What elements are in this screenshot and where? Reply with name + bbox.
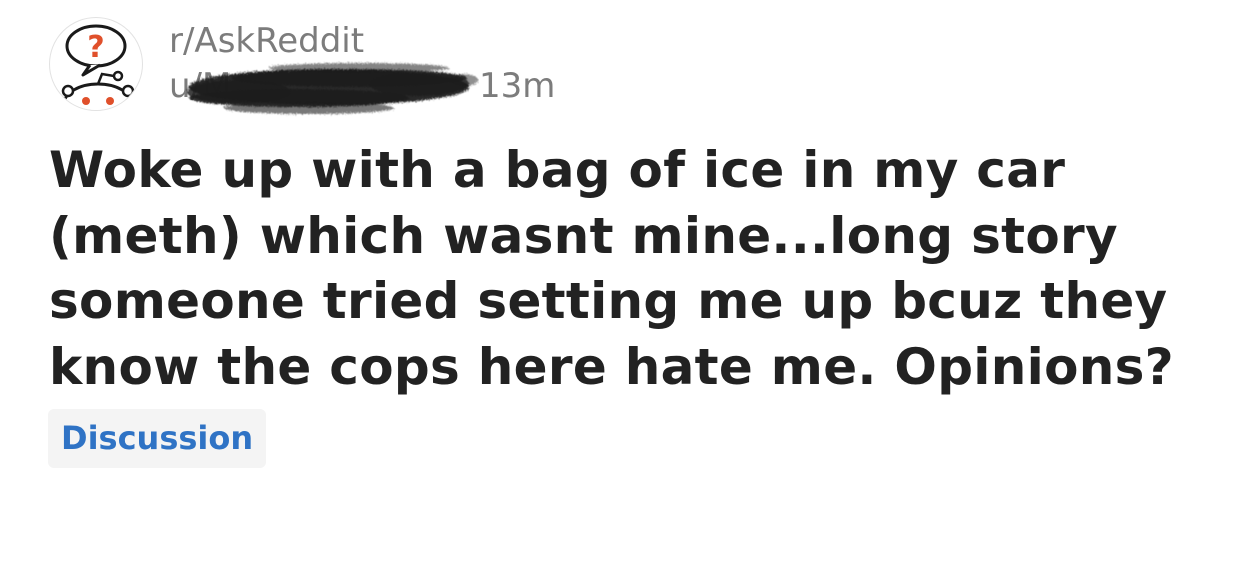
- subreddit-avatar[interactable]: ?: [49, 17, 143, 111]
- subreddit-name[interactable]: r/AskReddit: [169, 20, 364, 62]
- askreddit-snoo-icon: ?: [61, 24, 135, 110]
- username-link[interactable]: u/M: [169, 64, 231, 108]
- post-meta: u/M 13m: [169, 63, 569, 114]
- post-flair[interactable]: Discussion: [48, 409, 267, 468]
- svg-text:?: ?: [87, 30, 104, 65]
- post-title[interactable]: Woke up with a bag of ice in my car (met…: [49, 138, 1199, 400]
- post-age: 13m: [479, 66, 556, 106]
